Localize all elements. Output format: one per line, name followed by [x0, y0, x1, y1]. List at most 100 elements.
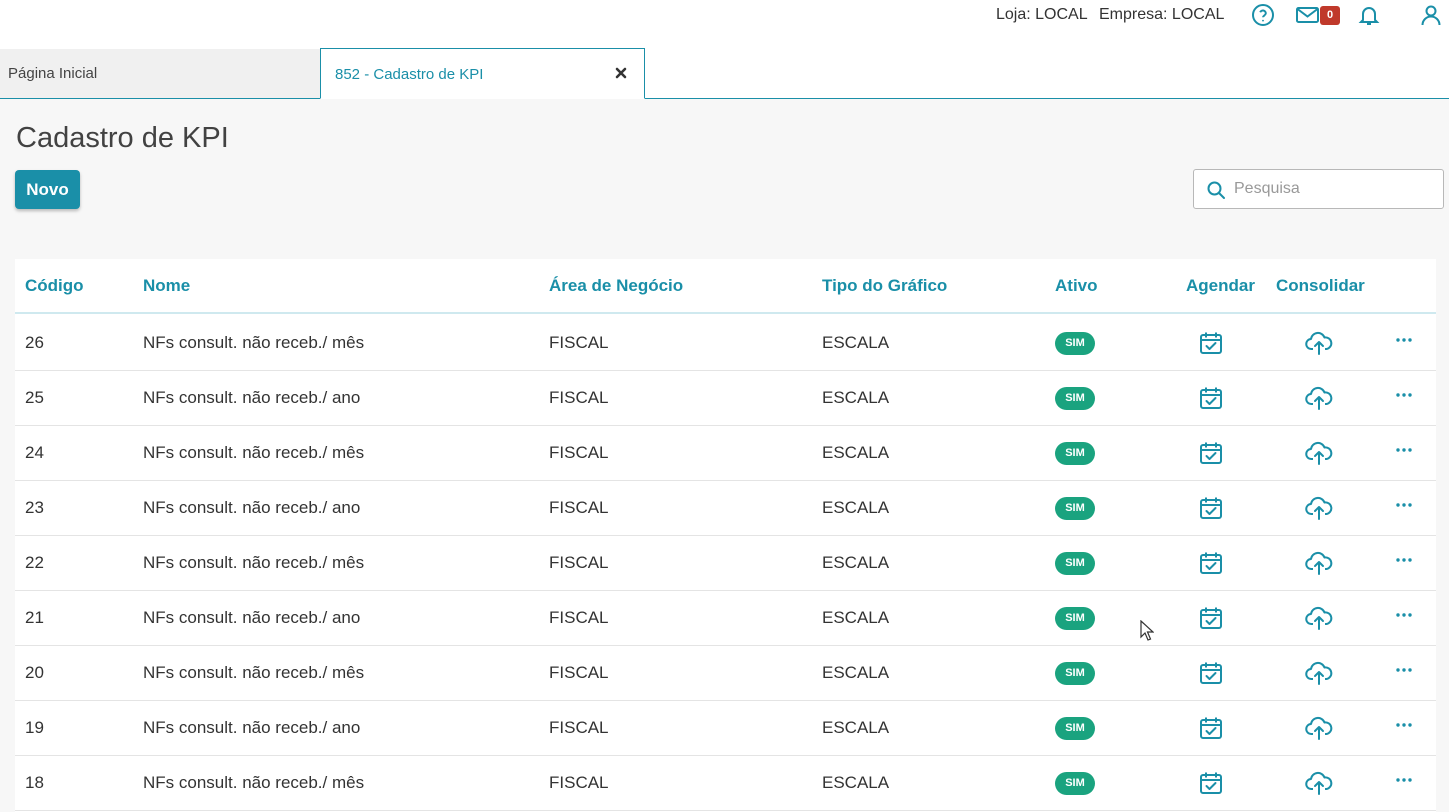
more-options-icon[interactable]	[1394, 660, 1414, 680]
more-options-icon[interactable]	[1394, 495, 1414, 515]
cell-area: FISCAL	[549, 333, 609, 352]
cloud-upload-icon[interactable]	[1305, 330, 1333, 356]
table-row[interactable]: 21 NFs consult. não receb./ ano FISCAL ESCA…	[15, 591, 1436, 646]
table-row[interactable]: 23 NFs consult. não receb./ ano FISCAL ESCA…	[15, 481, 1436, 536]
active-status-badge: SIM	[1055, 332, 1095, 355]
cell-nome: NFs consult. não receb./ mês	[143, 663, 365, 682]
table-row[interactable]: 19 NFs consult. não receb./ ano FISCAL ESCA…	[15, 701, 1436, 756]
active-status-badge: SIM	[1055, 552, 1095, 575]
cell-area: FISCAL	[549, 498, 609, 517]
help-icon[interactable]	[1251, 3, 1275, 27]
table-row[interactable]: 22 NFs consult. não receb./ mês FISCAL ESCA…	[15, 536, 1436, 591]
header-ativo[interactable]: Ativo	[1055, 276, 1098, 296]
tab-home-label: Página Inicial	[8, 65, 98, 82]
active-status-badge: SIM	[1055, 662, 1095, 685]
cell-codigo: 21	[25, 608, 44, 627]
active-status-badge: SIM	[1055, 607, 1095, 630]
cell-codigo: 18	[25, 773, 44, 792]
cell-tipo: ESCALA	[822, 773, 890, 792]
cloud-upload-icon[interactable]	[1305, 605, 1333, 631]
calendar-check-icon[interactable]	[1198, 660, 1224, 686]
company-label[interactable]: Empresa: LOCAL	[1099, 6, 1224, 24]
more-options-icon[interactable]	[1394, 550, 1414, 570]
header-consolidar: Consolidar	[1276, 276, 1365, 295]
cell-nome: NFs consult. não receb./ mês	[143, 443, 365, 462]
calendar-check-icon[interactable]	[1198, 495, 1224, 521]
header-codigo[interactable]: Código	[25, 276, 84, 296]
more-options-icon[interactable]	[1394, 385, 1414, 405]
table-row[interactable]: 24 NFs consult. não receb./ mês FISCAL ESCA…	[15, 426, 1436, 481]
table-header: Código Nome Área de Negócio Tipo do Gráf…	[15, 259, 1436, 314]
active-status-badge: SIM	[1055, 772, 1095, 795]
table-row[interactable]: 25 NFs consult. não receb./ ano FISCAL ESCA…	[15, 371, 1436, 426]
page-title: Cadastro de KPI	[16, 122, 229, 154]
close-icon[interactable]	[614, 66, 628, 80]
more-options-icon[interactable]	[1394, 770, 1414, 790]
main-content: Cadastro de KPI Novo Código Nome Área de…	[0, 100, 1449, 812]
table-row[interactable]: 18 NFs consult. não receb./ mês FISCAL ESCA…	[15, 756, 1436, 811]
cell-area: FISCAL	[549, 553, 609, 572]
table-row[interactable]: 26 NFs consult. não receb./ mês FISCAL ESCA…	[15, 316, 1436, 371]
more-options-icon[interactable]	[1394, 605, 1414, 625]
mouse-cursor-icon	[1140, 620, 1154, 641]
header-agendar: Agendar	[1186, 276, 1255, 295]
cloud-upload-icon[interactable]	[1305, 440, 1333, 466]
cloud-upload-icon[interactable]	[1305, 770, 1333, 796]
cell-tipo: ESCALA	[822, 663, 890, 682]
calendar-check-icon[interactable]	[1198, 330, 1224, 356]
cloud-upload-icon[interactable]	[1305, 715, 1333, 741]
cell-area: FISCAL	[549, 608, 609, 627]
top-bar: Loja: LOCAL Empresa: LOCAL 0	[0, 0, 1449, 48]
cell-area: FISCAL	[549, 388, 609, 407]
header-tipo[interactable]: Tipo do Gráfico	[822, 276, 947, 296]
search-icon	[1206, 180, 1226, 200]
cell-area: FISCAL	[549, 718, 609, 737]
cell-codigo: 24	[25, 443, 44, 462]
calendar-check-icon[interactable]	[1198, 440, 1224, 466]
active-status-badge: SIM	[1055, 497, 1095, 520]
cell-codigo: 22	[25, 553, 44, 572]
cell-nome: NFs consult. não receb./ ano	[143, 498, 361, 517]
new-button[interactable]: Novo	[15, 170, 80, 209]
active-status-badge: SIM	[1055, 387, 1095, 410]
cell-codigo: 19	[25, 718, 44, 737]
store-label[interactable]: Loja: LOCAL	[996, 6, 1088, 24]
search-box	[1193, 169, 1444, 209]
calendar-check-icon[interactable]	[1198, 385, 1224, 411]
tab-cadastro-kpi[interactable]: 852 - Cadastro de KPI	[320, 48, 645, 99]
cell-codigo: 25	[25, 388, 44, 407]
cell-area: FISCAL	[549, 663, 609, 682]
more-options-icon[interactable]	[1394, 330, 1414, 350]
user-icon[interactable]	[1419, 3, 1443, 27]
tab-home[interactable]: Página Inicial	[0, 49, 321, 98]
table-row[interactable]: 20 NFs consult. não receb./ mês FISCAL ESCA…	[15, 646, 1436, 701]
kpi-table: Código Nome Área de Negócio Tipo do Gráf…	[15, 259, 1436, 812]
cell-tipo: ESCALA	[822, 443, 890, 462]
cell-nome: NFs consult. não receb./ ano	[143, 608, 361, 627]
more-options-icon[interactable]	[1394, 715, 1414, 735]
calendar-check-icon[interactable]	[1198, 715, 1224, 741]
bell-icon[interactable]	[1357, 3, 1381, 27]
calendar-check-icon[interactable]	[1198, 770, 1224, 796]
tab-bar: Página Inicial 852 - Cadastro de KPI	[0, 48, 1449, 99]
mail-icon[interactable]	[1295, 3, 1321, 27]
calendar-check-icon[interactable]	[1198, 605, 1224, 631]
cell-tipo: ESCALA	[822, 608, 890, 627]
cell-nome: NFs consult. não receb./ ano	[143, 388, 361, 407]
calendar-check-icon[interactable]	[1198, 550, 1224, 576]
search-input[interactable]	[1234, 178, 1434, 200]
more-options-icon[interactable]	[1394, 440, 1414, 460]
header-nome[interactable]: Nome	[143, 276, 190, 296]
cell-area: FISCAL	[549, 773, 609, 792]
cloud-upload-icon[interactable]	[1305, 660, 1333, 686]
cell-tipo: ESCALA	[822, 553, 890, 572]
cell-codigo: 20	[25, 663, 44, 682]
cloud-upload-icon[interactable]	[1305, 550, 1333, 576]
cloud-upload-icon[interactable]	[1305, 495, 1333, 521]
cell-codigo: 23	[25, 498, 44, 517]
cloud-upload-icon[interactable]	[1305, 385, 1333, 411]
header-area[interactable]: Área de Negócio	[549, 276, 683, 296]
cell-nome: NFs consult. não receb./ ano	[143, 718, 361, 737]
tab-active-label: 852 - Cadastro de KPI	[335, 66, 484, 83]
cell-tipo: ESCALA	[822, 333, 890, 352]
